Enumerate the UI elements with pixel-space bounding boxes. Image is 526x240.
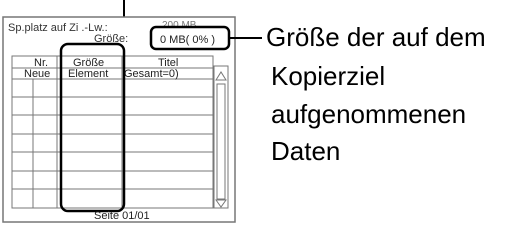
copy-destination-diagram: Sp.platz auf Zi .-Lw.: 200 MB Größe: 0 M… <box>2 0 486 223</box>
scroll-thumb[interactable] <box>216 83 226 200</box>
row-gesamt: Gesamt=0) <box>124 68 179 80</box>
callout-line-3: aufgenommenen <box>271 99 466 129</box>
callout-line-2: Kopierziel <box>271 61 385 91</box>
callout-line-4: Daten <box>271 136 340 166</box>
page-indicator: Seite 01/01 <box>94 210 150 222</box>
space-label: Sp.platz auf Zi .-Lw.: <box>8 22 108 34</box>
row-neue: Neue <box>24 68 50 80</box>
size-value: 0 MB( 0% ) <box>160 34 215 46</box>
callout-line-1: Größe der auf dem <box>266 22 486 52</box>
row-element: Element <box>68 68 108 80</box>
